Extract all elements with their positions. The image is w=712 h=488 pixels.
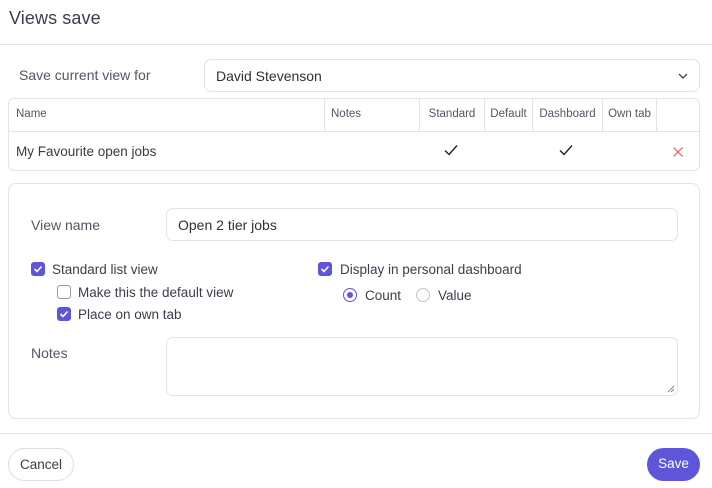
value-radio[interactable] [416, 288, 430, 302]
display-dashboard-label: Display in personal dashboard [340, 262, 522, 277]
standard-list-view-label: Standard list view [52, 262, 158, 277]
table-header: Name Notes Standard Default Dashboard Ow… [9, 99, 699, 132]
standard-list-view-checkbox[interactable] [31, 262, 45, 276]
column-header-actions [656, 99, 699, 132]
row-name: My Favourite open jobs [16, 144, 157, 159]
value-radio-label: Value [438, 288, 472, 303]
save-for-label: Save current view for [19, 67, 151, 83]
notes-label: Notes [31, 345, 68, 361]
check-icon [33, 265, 43, 273]
saved-views-table: Name Notes Standard Default Dashboard Ow… [8, 98, 700, 171]
dialog-title: Views save [9, 8, 101, 28]
display-dashboard-checkbox[interactable] [318, 262, 332, 276]
column-header-standard: Standard [419, 99, 484, 132]
column-header-dashboard: Dashboard [532, 99, 602, 132]
check-icon [59, 310, 69, 318]
resize-handle-icon[interactable] [667, 385, 675, 393]
count-radio[interactable] [343, 288, 357, 302]
notes-textarea[interactable] [166, 337, 678, 396]
view-name-label: View name [31, 217, 101, 233]
view-form-panel: View name Standard list view Make this t… [8, 183, 700, 419]
save-for-selected-value: David Stevenson [216, 68, 322, 84]
column-header-default: Default [484, 99, 532, 132]
make-default-checkbox[interactable] [57, 285, 71, 299]
own-tab-label: Place on own tab [78, 307, 182, 322]
check-icon [320, 265, 330, 273]
table-row[interactable]: My Favourite open jobs [16, 133, 157, 170]
cancel-button[interactable]: Cancel [8, 448, 74, 481]
footer-divider [0, 433, 712, 434]
column-header-notes: Notes [324, 99, 419, 132]
make-default-label: Make this the default view [78, 285, 234, 300]
chevron-down-icon [678, 73, 688, 79]
column-header-name: Name [16, 108, 47, 120]
check-icon [444, 145, 458, 156]
save-for-select[interactable]: David Stevenson [204, 59, 700, 92]
close-icon[interactable] [672, 146, 684, 158]
count-radio-label: Count [365, 288, 402, 303]
header-divider [0, 44, 712, 45]
save-button[interactable]: Save [647, 448, 700, 481]
own-tab-checkbox[interactable] [57, 307, 71, 321]
check-icon [559, 145, 573, 156]
view-name-input[interactable] [166, 208, 678, 241]
column-header-own-tab: Own tab [602, 99, 656, 132]
